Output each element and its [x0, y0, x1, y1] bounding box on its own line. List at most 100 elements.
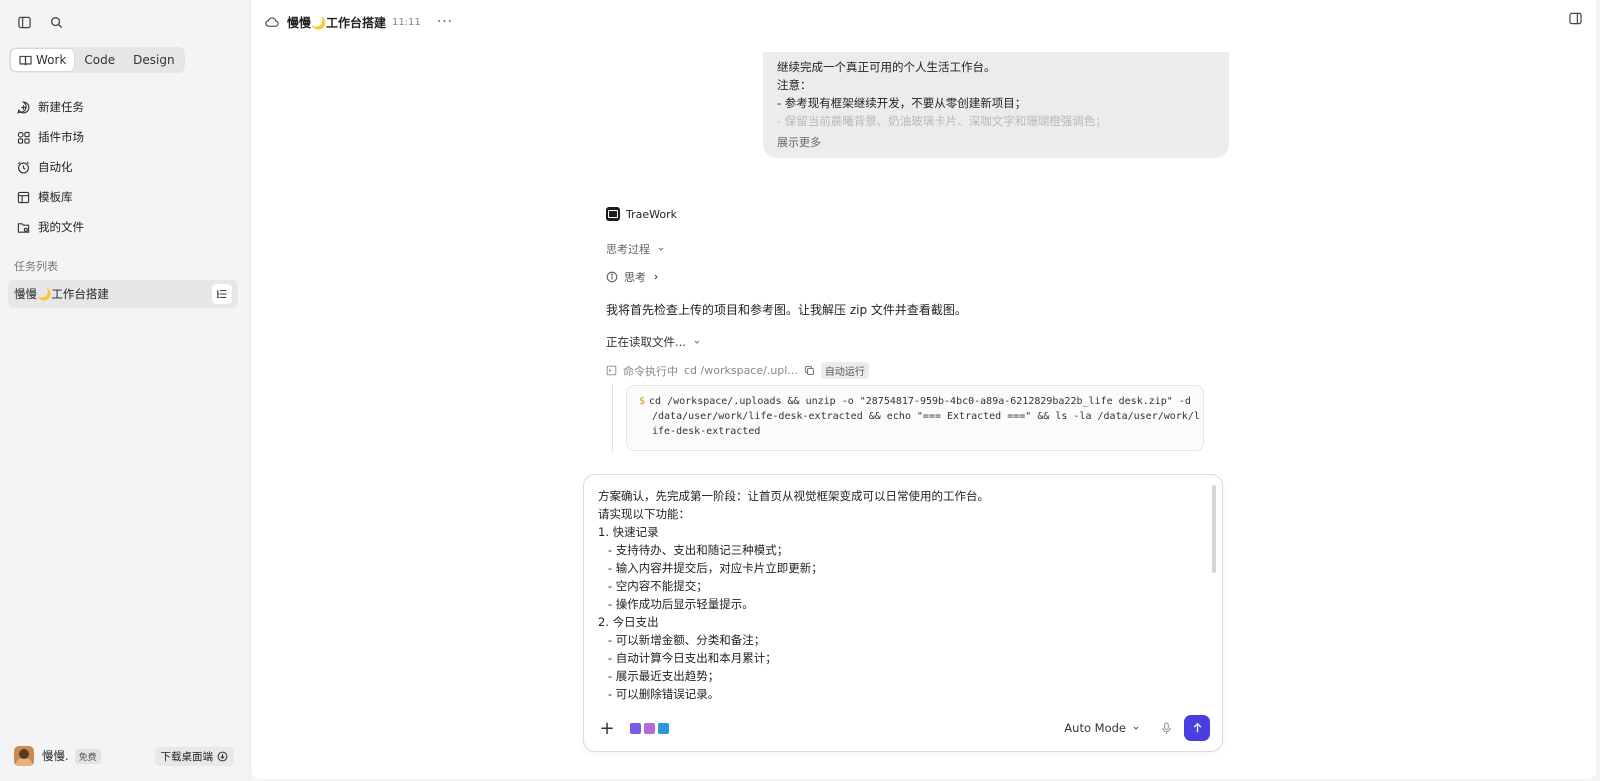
download-icon	[217, 751, 228, 761]
chevron-right-icon	[654, 274, 658, 280]
page-title: 慢慢🌙工作台搭建	[287, 15, 386, 30]
main-panel: 慢慢🌙工作台搭建 11:11 ··· 继续完成一个真正可用的个人生活工作台。 注…	[250, 0, 1596, 779]
composer-line: - 自动计算今日支出和本月累计；	[608, 651, 777, 665]
task-list-item-label: 慢慢🌙工作台搭建	[14, 287, 109, 301]
video-tool-icon[interactable]	[630, 722, 641, 734]
image-tool-icon[interactable]	[644, 722, 655, 734]
reading-files-label: 正在读取文件...	[606, 335, 686, 349]
clock-icon	[16, 160, 30, 174]
composer-line: - 空内容不能提交；	[608, 579, 708, 593]
message-composer[interactable]: 方案确认，先完成第一阶段：让首页从视觉框架变成可以日常使用的工作台。 请实现以下…	[583, 474, 1223, 752]
tab-design[interactable]: Design	[125, 49, 182, 71]
send-button[interactable]	[1184, 715, 1210, 741]
sidebar-item-new-task[interactable]: 新建任务	[12, 92, 236, 122]
user-message-line: - 参考现有框架继续开发，不要从零创建新项目；	[777, 96, 1027, 110]
plugin-icon	[16, 130, 30, 144]
sidebar-item-label: 我的文件	[38, 220, 84, 234]
task-list-title: 任务列表	[14, 260, 58, 273]
sidebar-item-automation[interactable]: 自动化	[12, 152, 236, 182]
composer-line: - 可以删除错误记录。	[608, 687, 720, 701]
command-status-label: 命令执行中	[623, 364, 678, 378]
composer-input[interactable]: 方案确认，先完成第一阶段：让首页从视觉框架变成可以日常使用的工作台。 请实现以下…	[598, 487, 1198, 709]
task-list-item[interactable]: 慢慢🌙工作台搭建	[8, 280, 238, 308]
tab-work[interactable]: Work	[11, 49, 75, 71]
copy-icon[interactable]	[804, 365, 815, 376]
command-status: 命令执行中 cd /workspace/.upl... 自动运行	[606, 362, 869, 379]
reading-files-toggle[interactable]: 正在读取文件...	[606, 334, 701, 350]
composer-line: 方案确认，先完成第一阶段：让首页从视觉框架变成可以日常使用的工作台。	[598, 489, 989, 503]
add-attachment-button[interactable]: +	[598, 718, 616, 739]
avatar[interactable]	[14, 746, 34, 766]
auto-run-badge: 自动运行	[820, 362, 869, 379]
design-tool-icon[interactable]	[658, 722, 669, 734]
composer-line: 请实现以下功能：	[598, 507, 690, 521]
code-line-text: cd /workspace/.uploads && unzip -o "2875…	[649, 396, 1191, 407]
composer-toolbar: + Auto Mode	[598, 715, 1210, 741]
chevron-down-icon	[658, 247, 663, 251]
assistant-brand-label: TraeWork	[626, 207, 677, 221]
mode-switcher: Work Code Design	[9, 47, 185, 73]
thinking-process-label: 思考过程	[606, 243, 650, 256]
folder-icon	[16, 220, 30, 234]
download-desktop-label: 下载桌面端	[160, 750, 214, 763]
sidebar-nav: 新建任务 插件市场 自动化 模板库 我的文件	[12, 92, 236, 242]
chevron-down-icon	[694, 340, 699, 344]
sidebar-item-label: 新建任务	[38, 100, 84, 114]
show-more-link[interactable]: 展示更多	[777, 134, 821, 150]
book-icon	[19, 55, 32, 65]
think-toggle[interactable]: 思考	[606, 269, 660, 285]
download-desktop-button[interactable]: 下载桌面端	[154, 746, 234, 766]
toggle-sidebar-icon[interactable]	[14, 12, 34, 32]
user-message-line: 继续完成一个真正可用的个人生活工作台。	[777, 60, 996, 74]
terminal-icon	[606, 365, 617, 376]
command-divider	[612, 383, 613, 453]
tab-design-label: Design	[133, 53, 175, 67]
user-message-line: 注意：	[777, 78, 812, 92]
sidebar: Work Code Design 新建任务 插件市场 自动化 模板库 我的文件 …	[0, 0, 248, 781]
thinking-process-toggle[interactable]: 思考过程	[606, 241, 665, 257]
sidebar-item-label: 自动化	[38, 160, 73, 174]
sidebar-item-label: 插件市场	[38, 130, 84, 144]
sidebar-item-templates[interactable]: 模板库	[12, 182, 236, 212]
sidebar-item-plugins[interactable]: 插件市场	[12, 122, 236, 152]
plan-badge: 免费	[74, 748, 101, 764]
tab-work-label: Work	[36, 53, 67, 67]
composer-line: - 操作成功后显示轻量提示。	[608, 597, 754, 611]
code-line: ife-desk-extracted	[652, 426, 761, 437]
sidebar-footer: 慢慢. 免费 下载桌面端	[14, 745, 234, 767]
mode-selector-label: Auto Mode	[1064, 721, 1126, 735]
more-options-button[interactable]: ···	[437, 14, 453, 30]
user-name: 慢慢.	[42, 749, 69, 763]
composer-line: - 支持待办、支出和随记三种模式；	[608, 543, 789, 557]
chevron-down-icon	[1133, 726, 1139, 730]
arrow-up-icon	[1193, 722, 1201, 733]
assistant-message: TraeWork 思考过程 思考 我将首先检查上传的项目和参考图。让我解压 zi…	[606, 207, 1226, 453]
tab-code[interactable]: Code	[76, 49, 123, 71]
user-message: 继续完成一个真正可用的个人生活工作台。 注意： - 参考现有框架继续开发，不要从…	[763, 52, 1229, 158]
info-icon	[606, 271, 618, 283]
composer-line: 1. 快速记录	[598, 525, 659, 539]
sidebar-item-my-files[interactable]: 我的文件	[12, 212, 236, 242]
command-code-block: $ cd /workspace/.uploads && unzip -o "287…	[626, 385, 1204, 451]
assistant-reply-text: 我将首先检查上传的项目和参考图。让我解压 zip 文件并查看截图。	[606, 303, 967, 317]
toggle-panel-icon[interactable]	[1569, 12, 1582, 28]
user-message-line: - 保留当前晨曦背景、奶油玻璃卡片、深咖文字和珊瑚橙强调色；	[777, 114, 1107, 128]
sidebar-top-actions	[14, 12, 66, 32]
prompt-symbol: $	[639, 396, 646, 407]
composer-line: 2. 今日支出	[598, 615, 659, 629]
new-task-icon	[16, 100, 30, 114]
traework-logo-icon	[606, 207, 620, 221]
mode-selector[interactable]: Auto Mode	[1064, 721, 1140, 735]
composer-line: - 输入内容并提交后，对应卡片立即更新；	[608, 561, 823, 575]
composer-line: - 展示最近支出趋势；	[608, 669, 720, 683]
composer-scrollbar[interactable]	[1212, 485, 1216, 573]
template-icon	[16, 190, 30, 204]
assistant-brand: TraeWork	[606, 207, 1226, 221]
task-outline-icon[interactable]	[212, 284, 232, 304]
command-preview: cd /workspace/.upl...	[684, 364, 798, 377]
tab-code-label: Code	[84, 53, 116, 67]
search-icon[interactable]	[46, 12, 66, 32]
microphone-icon[interactable]	[1158, 720, 1174, 736]
composer-line: - 可以新增金额、分类和备注；	[608, 633, 766, 647]
page-time: 11:11	[391, 16, 421, 28]
